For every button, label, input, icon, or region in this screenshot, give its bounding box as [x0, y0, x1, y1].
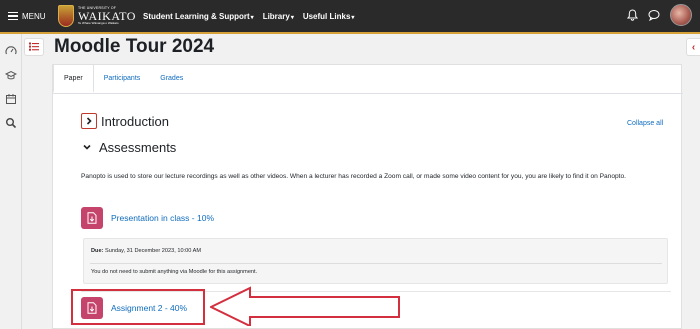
tab-paper[interactable]: Paper: [53, 65, 94, 93]
menu-label: MENU: [22, 11, 46, 21]
chevron-down-icon[interactable]: [83, 138, 91, 156]
nav-useful-links[interactable]: Useful Links▾: [303, 12, 355, 21]
secondary-nav: Paper Participants Grades: [53, 65, 193, 93]
user-tools: [627, 4, 692, 26]
graduation-cap-icon[interactable]: [4, 68, 18, 80]
activity-presentation: Presentation in class - 10%: [81, 207, 214, 229]
section-summary: Panopto is used to store our lecture rec…: [81, 173, 627, 180]
section-introduction: Introduction: [81, 113, 169, 129]
section-toggle-button[interactable]: [81, 113, 97, 129]
bell-icon[interactable]: [627, 9, 638, 21]
avatar[interactable]: [670, 4, 692, 26]
chat-icon[interactable]: [648, 9, 660, 21]
activity-dates: Due: Sunday, 31 December 2023, 10:00 AM …: [83, 238, 668, 284]
divider: [90, 263, 662, 264]
activity-link[interactable]: Presentation in class - 10%: [111, 213, 214, 223]
tab-participants[interactable]: Participants: [94, 65, 151, 93]
menu-button[interactable]: MENU: [0, 12, 52, 21]
section-assessments: Assessments: [83, 138, 176, 156]
block-drawer-toggle[interactable]: ‹: [686, 38, 700, 56]
activity-note: You do not need to submit anything via M…: [91, 269, 258, 275]
calendar-icon[interactable]: [5, 92, 17, 104]
section-title-assessments[interactable]: Assessments: [99, 140, 176, 155]
top-navbar: MENU THE UNIVERSITY OF WAIKATO Te Whare …: [0, 0, 700, 32]
search-icon[interactable]: [5, 116, 17, 129]
chevron-left-icon: ‹: [691, 41, 696, 53]
assignment-icon: [81, 207, 103, 229]
hamburger-icon: [8, 12, 18, 20]
nav-library[interactable]: Library▾: [263, 12, 294, 21]
chevron-right-icon: [86, 117, 92, 125]
left-rail: [0, 34, 22, 329]
annotation-highlight-box: [71, 289, 205, 325]
brand-strip: [0, 32, 700, 34]
page-title: Moodle Tour 2024: [54, 36, 215, 57]
list-icon: [29, 38, 39, 56]
logo-text: THE UNIVERSITY OF WAIKATO Te Whare Wānan…: [78, 5, 136, 26]
primary-nav: Student Learning & Support▾ Library▾ Use…: [143, 12, 354, 21]
tab-divider: [53, 93, 683, 94]
section-title-introduction[interactable]: Introduction: [101, 114, 169, 129]
annotation-arrow: [210, 286, 400, 326]
tab-grades[interactable]: Grades: [150, 65, 193, 93]
crest-icon: [58, 5, 74, 27]
nav-student-learning[interactable]: Student Learning & Support▾: [143, 12, 254, 21]
due-date: Due: Sunday, 31 December 2023, 10:00 AM: [91, 248, 201, 254]
dashboard-icon[interactable]: [5, 44, 17, 56]
university-logo[interactable]: THE UNIVERSITY OF WAIKATO Te Whare Wānan…: [58, 5, 138, 27]
course-index-toggle[interactable]: [24, 38, 44, 56]
collapse-all-link[interactable]: Collapse all: [627, 120, 663, 127]
